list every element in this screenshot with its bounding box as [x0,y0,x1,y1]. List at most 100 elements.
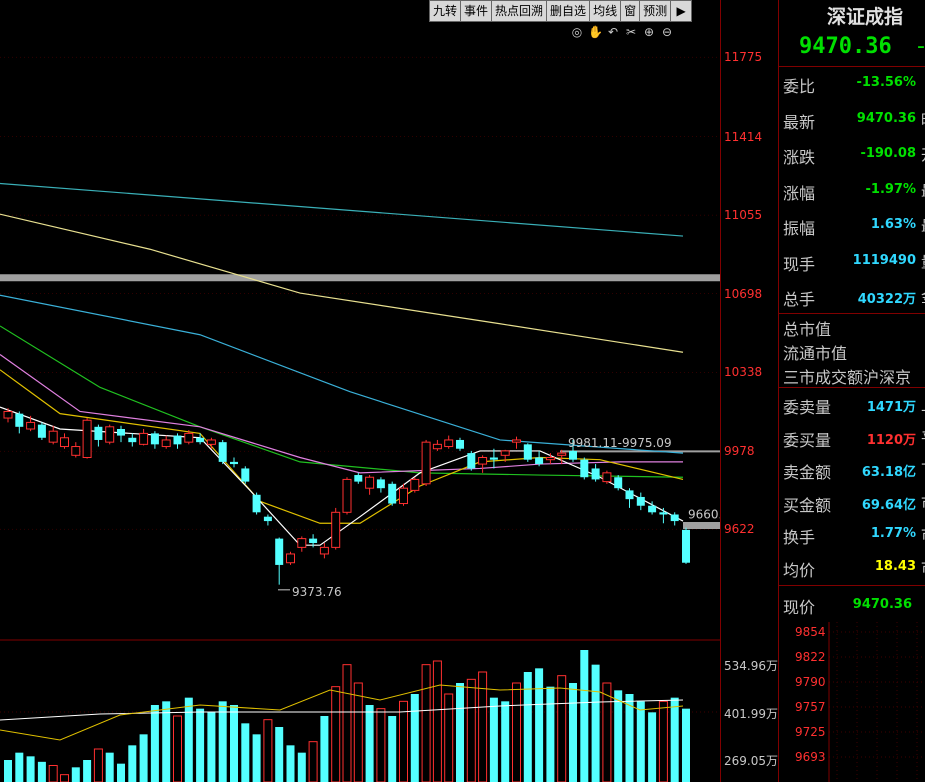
volume-bar [26,756,35,782]
volume-bar [105,752,114,782]
quote-row: 涨幅 -1.97%最 [783,180,925,204]
toolbar-item-4[interactable]: 均线 [589,0,622,22]
undo-icon[interactable]: ↶ [606,24,620,40]
exit-icon[interactable]: ▶ [670,0,693,22]
volume-bar [648,712,657,782]
volume-bar [388,716,397,782]
volume-bar [658,700,668,782]
zoom-out-icon[interactable]: ⊖ [660,24,674,40]
toolbar-item-0[interactable]: 九转 [429,0,462,22]
volume-bar [297,752,306,782]
volume-bar [591,664,600,782]
quote-suffix: 金 [921,286,925,307]
mini-axis-label: 9822 [795,650,826,664]
chart-toolbar: 九转 事件 热点回溯 删自选 均线窗预测 ▶ [429,0,693,22]
quote-value: 1471万 [866,400,916,415]
volume-bar [150,705,159,782]
toolbar-item-1[interactable]: 事件 [460,0,493,22]
quote-suffix: 昨 [921,109,925,130]
candle-body [3,410,13,419]
volume-bar [71,767,80,782]
zoom-in-icon[interactable]: ⊕ [642,24,656,40]
quote-value: 69.64亿 [861,497,916,513]
candle-body [71,446,81,456]
volume-axis-label: 401.99万 [724,707,778,721]
volume-bar [184,697,193,782]
now-price-label: 现价 [783,598,816,617]
candle-body [444,439,454,448]
candle-body [432,443,442,450]
price-axis-label: 9978 [724,444,755,459]
quote-row: 卖金额 63.18亿下 [783,459,925,483]
quote-value: 1120万 [866,432,916,448]
candle-body [456,439,464,449]
toolbar-item-2[interactable]: 热点回溯 [491,0,548,22]
volume-axis-label: 534.96万 [724,659,778,673]
moving-average-line [0,294,684,454]
eye-icon[interactable]: ◎ [570,24,584,40]
volume-bar [48,765,58,782]
quote-value: 1.63% [870,217,916,232]
volume-bar [320,716,329,782]
quote-suffix: 量 [921,251,925,272]
kline-chart[interactable]: 9981.11-9975.09 9373.76 9660. [0,0,720,782]
quote-suffix: 市 [921,492,925,513]
candle-body [94,426,103,440]
candle-body [196,437,205,443]
candle-body [580,459,589,478]
candle-body [309,538,318,543]
candle-body [636,496,645,506]
quote-value: -1.97% [865,181,917,197]
candle-body [161,439,171,448]
volume-bar [376,708,386,782]
candle-body [184,432,194,443]
quote-label: 总手 [783,290,816,309]
moving-average-line [0,213,684,353]
toolbar-item-5[interactable]: 窗 [620,0,641,22]
hand-icon[interactable]: ✋ [588,24,603,40]
divider [779,585,925,586]
quote-suffix: 平 [921,427,925,448]
quote-row: 换手 1.77% 市 [783,524,925,548]
last-price-annotation: 9660. [688,508,720,522]
volume-bar [365,705,374,782]
volume-bar [308,741,318,782]
volume-bar [207,712,216,782]
quote-value: 40322万 [857,292,916,307]
volume-bar [331,686,341,782]
candle-body [37,424,46,438]
candle-body [319,546,329,555]
toolbar-item-6[interactable]: 预测 [639,0,672,22]
scissors-icon[interactable]: ✂ [624,24,638,40]
toolbar-item-3[interactable]: 删自选 [546,0,591,22]
candle-body [286,553,295,564]
volume-bar [410,694,419,782]
quote-row: 现手 1119490 量 [783,251,925,275]
candle-body [512,439,521,443]
candle-body [535,457,544,465]
volume-bar [4,760,12,782]
volume-bar [444,693,454,782]
candle-body [252,494,261,513]
candle-body [523,444,532,460]
candle-body [365,476,375,489]
candle-body [275,538,284,565]
price-axis-label: 11775 [724,50,763,65]
candle-body [263,516,272,522]
volume-bar [580,650,589,782]
candle-body [399,487,408,505]
quote-value: -190.08 [860,146,916,161]
candle-body [218,442,227,462]
chart-tools: ◎ ✋ ↶ ✂ ⊕ ⊖ [570,24,674,40]
candle-body [489,457,498,460]
axis-separator [720,0,721,782]
quote-row: 委卖量 1471万上 [783,394,925,418]
volume-bar [241,723,250,782]
mini-chart: 9854 9822 9790 9757 9725 9693 [795,622,925,782]
quote-row: 买金额 69.64亿市 [783,492,925,516]
quote-label: 换手 [783,528,816,547]
candle-body [241,468,250,482]
volume-bar [162,701,171,782]
volume-bar [602,682,612,782]
quote-row: 委买量 1120万平 [783,427,925,451]
